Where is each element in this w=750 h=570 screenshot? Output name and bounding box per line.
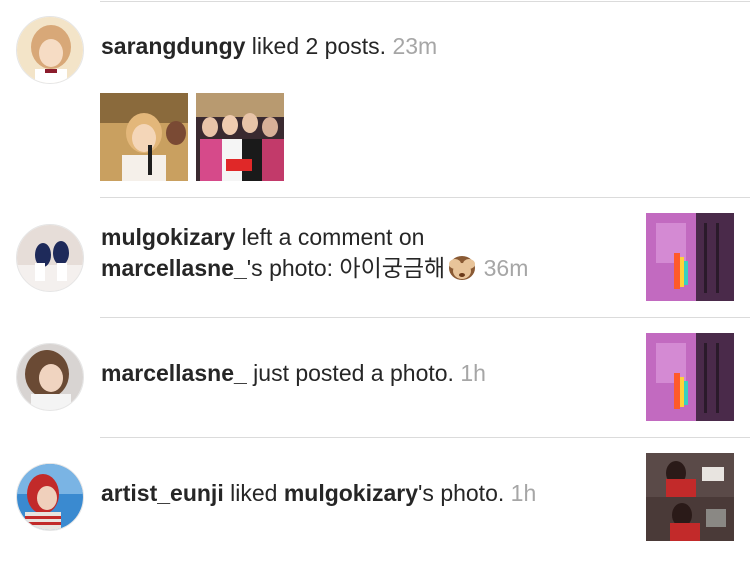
notification-item[interactable]: sarangdungy liked 2 posts. 23m xyxy=(0,0,750,197)
notification-item[interactable]: marcellasne_ just posted a photo. 1h xyxy=(0,318,750,437)
post-thumbnail[interactable] xyxy=(100,93,188,181)
avatar[interactable] xyxy=(16,16,84,84)
notification-text: mulgokizary left a comment on marcellasn… xyxy=(101,222,528,284)
notification-text: sarangdungy liked 2 posts. 23m xyxy=(101,31,437,62)
action-text: 's photo: xyxy=(246,255,340,281)
post-thumbnail[interactable] xyxy=(196,93,284,181)
username-link[interactable]: artist_eunji xyxy=(101,480,224,506)
timestamp: 36m xyxy=(483,255,529,281)
timestamp: 23m xyxy=(392,33,438,59)
target-username-link[interactable]: mulgokizary xyxy=(284,480,418,506)
username-link[interactable]: sarangdungy xyxy=(101,33,245,59)
notification-item[interactable]: artist_eunji liked mulgokizary's photo. … xyxy=(0,438,750,570)
action-text: liked 2 posts. xyxy=(245,33,393,59)
timestamp: 1h xyxy=(510,480,537,506)
action-text: just posted a photo. xyxy=(246,360,461,386)
avatar[interactable] xyxy=(16,224,84,292)
username-link[interactable]: mulgokizary xyxy=(101,224,235,250)
post-thumbnail[interactable] xyxy=(646,213,734,301)
notification-text: marcellasne_ just posted a photo. 1h xyxy=(101,358,486,389)
action-text: liked xyxy=(223,480,284,506)
avatar[interactable] xyxy=(16,343,84,411)
target-username-link[interactable]: marcellasne_ xyxy=(101,255,247,281)
username-link[interactable]: marcellasne_ xyxy=(101,360,247,386)
action-text: left a comment on xyxy=(235,224,425,250)
comment-text: 아이궁금해 xyxy=(339,255,446,281)
activity-feed: sarangdungy liked 2 posts. 23m mulgokiza… xyxy=(0,0,750,570)
see-no-evil-monkey-icon xyxy=(447,253,477,281)
avatar[interactable] xyxy=(16,463,84,531)
notification-item[interactable]: mulgokizary left a comment on marcellasn… xyxy=(0,198,750,317)
action-text: 's photo. xyxy=(418,480,511,506)
timestamp: 1h xyxy=(460,360,486,386)
notification-text: artist_eunji liked mulgokizary's photo. … xyxy=(101,478,536,509)
post-thumbnail[interactable] xyxy=(646,453,734,541)
post-thumbnail[interactable] xyxy=(646,333,734,421)
